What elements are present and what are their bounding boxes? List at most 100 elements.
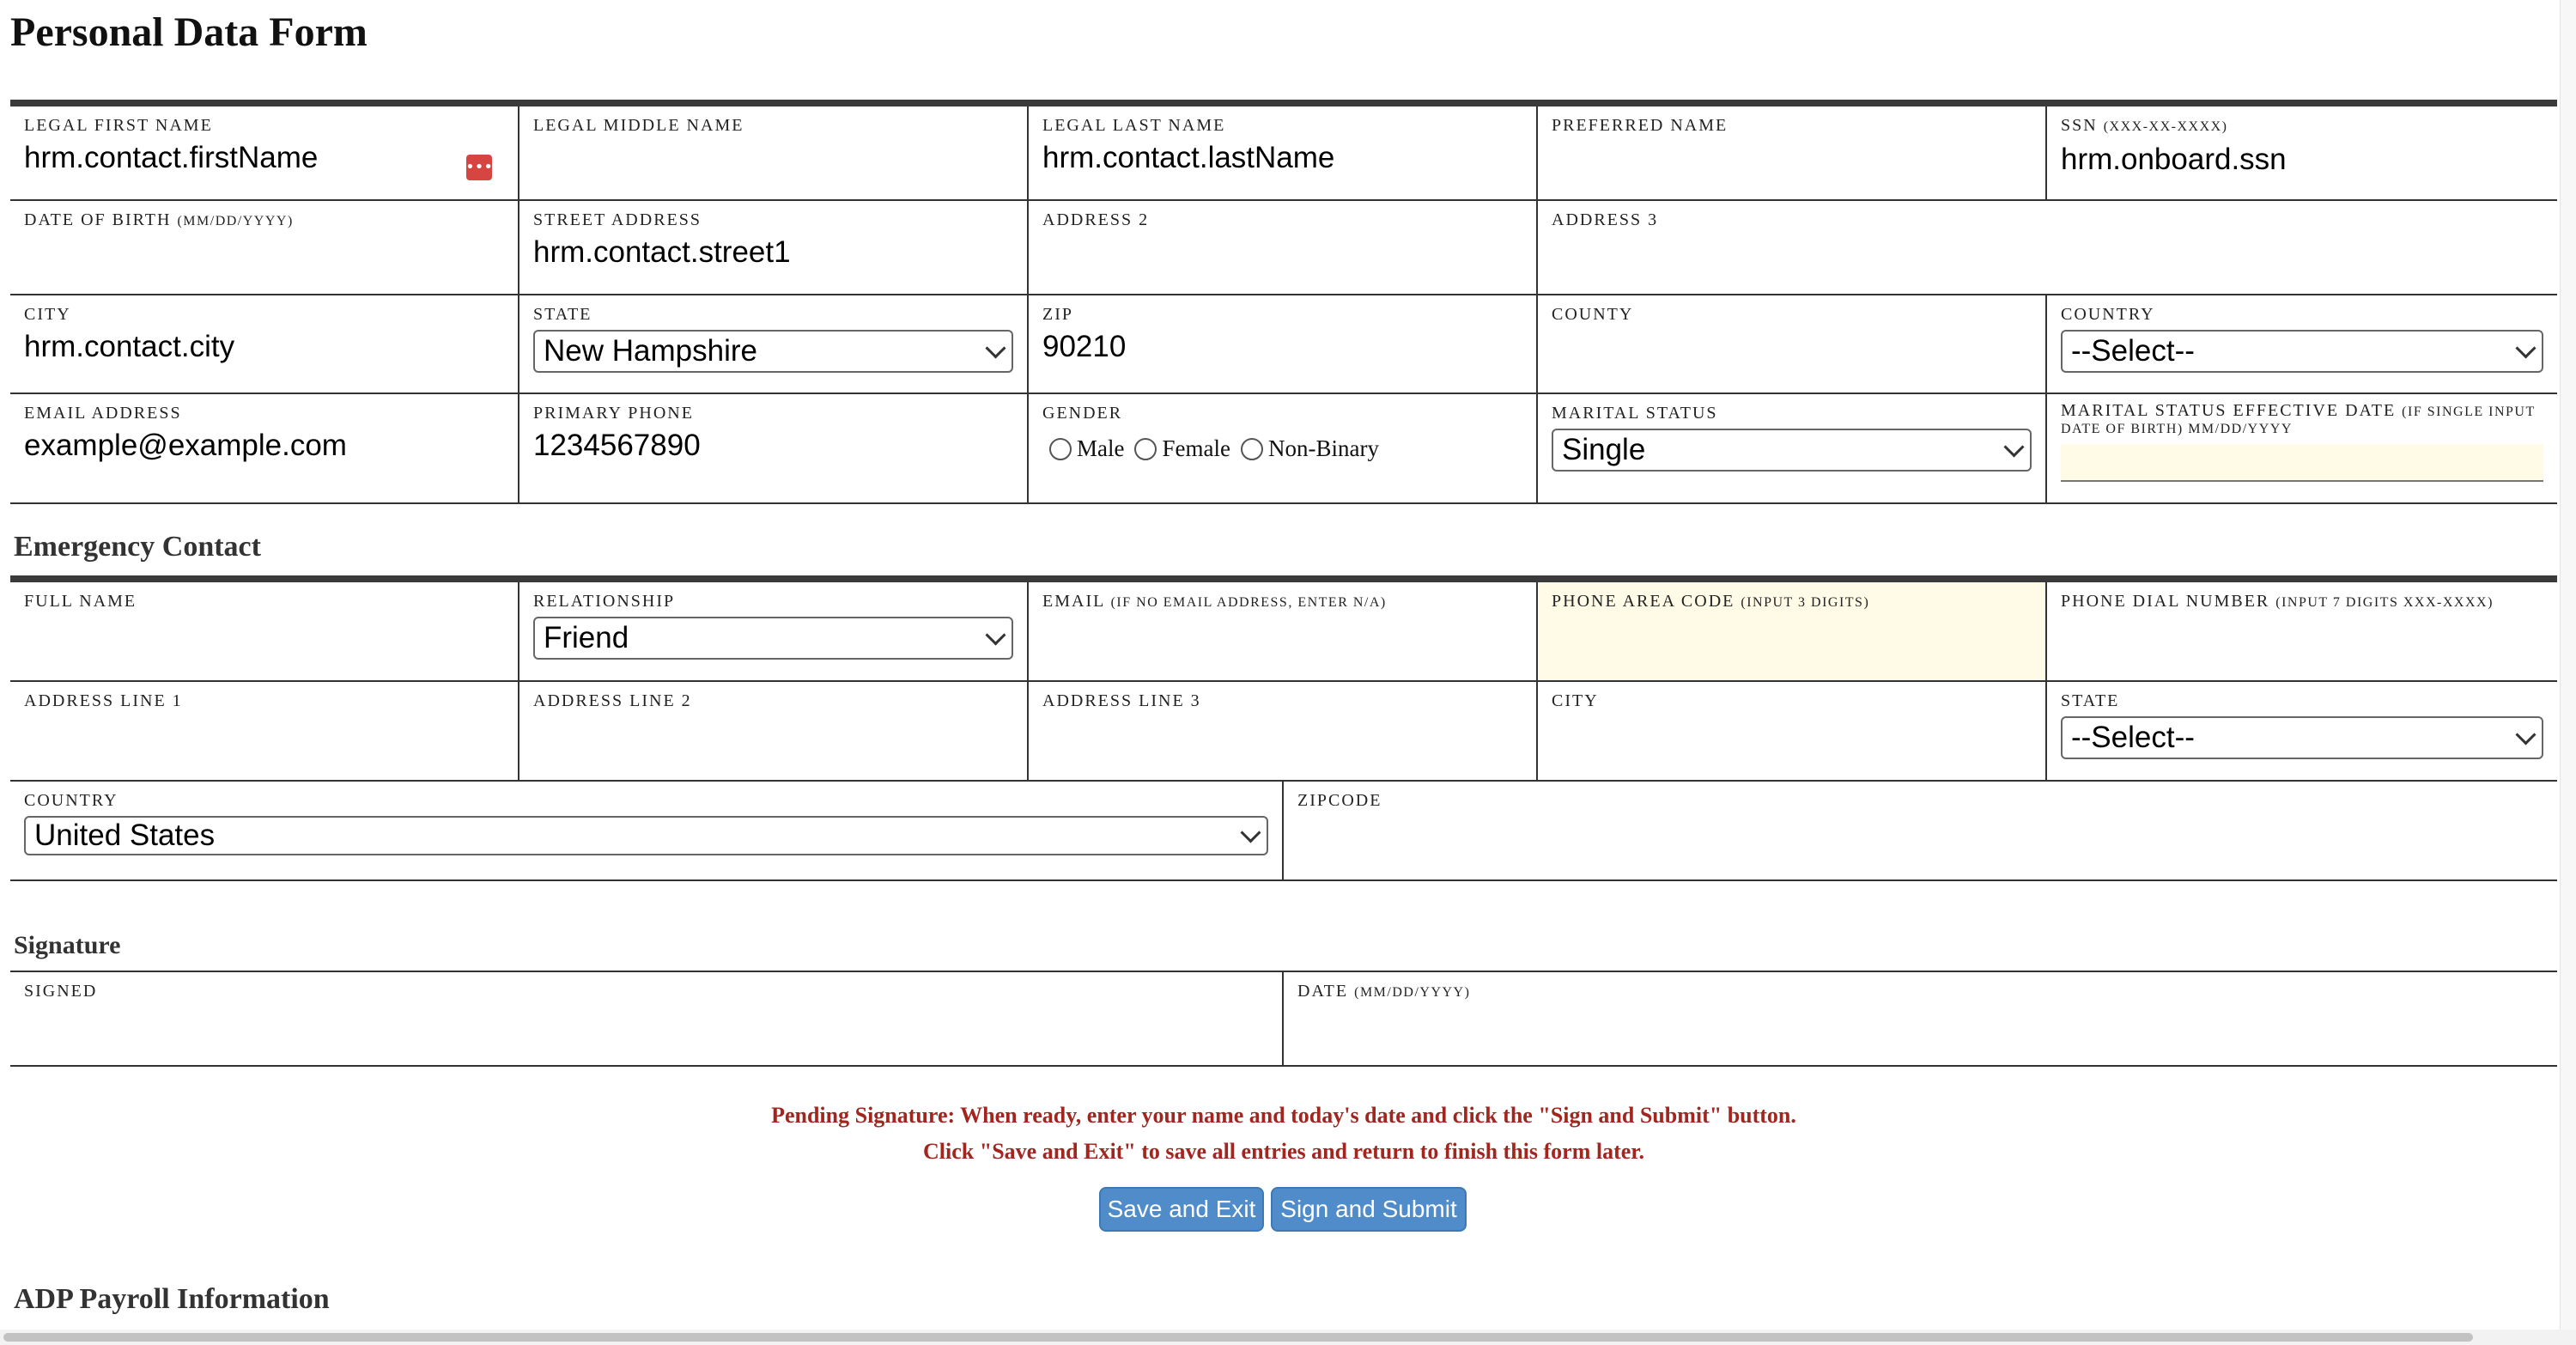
ssn-label: SSN (XXX-XX-XXXX) bbox=[2061, 116, 2228, 135]
city-label: City bbox=[24, 305, 71, 324]
county-label: County bbox=[1552, 305, 1634, 324]
marital-date-cell: Marital Status Effective Date (IF SINGLE… bbox=[2047, 394, 2557, 502]
signature-heading: Signature bbox=[14, 931, 121, 959]
emergency-state-select[interactable]: --Select-- bbox=[2061, 716, 2543, 759]
country-select[interactable]: --Select-- bbox=[2061, 330, 2543, 373]
relationship-cell: Relationship Friend bbox=[519, 582, 1029, 680]
address-2-label: Address 2 bbox=[1042, 210, 1150, 229]
personal-row-1: Legal First Name hrm.contact.firstName •… bbox=[10, 107, 2557, 201]
vertical-scrollbar[interactable] bbox=[2560, 0, 2576, 1330]
marital-date-input[interactable] bbox=[2061, 444, 2543, 482]
address-line-1-cell[interactable]: Address Line 1 bbox=[10, 682, 519, 780]
country-cell: Country --Select-- bbox=[2047, 295, 2557, 393]
address-3-cell[interactable]: Address 3 bbox=[1538, 201, 2557, 294]
street-address-input[interactable]: hrm.contact.street1 bbox=[533, 235, 1013, 270]
primary-phone-input[interactable]: 1234567890 bbox=[533, 429, 1013, 463]
personal-row-2: Date of Birth (MM/DD/YYYY) Street Addres… bbox=[10, 201, 2557, 295]
legal-first-name-cell[interactable]: Legal First Name hrm.contact.firstName •… bbox=[10, 107, 519, 199]
gender-option-female-label: Female bbox=[1162, 435, 1230, 461]
address-3-label: Address 3 bbox=[1552, 210, 1659, 229]
marital-status-select[interactable]: Single bbox=[1552, 429, 2032, 472]
marital-date-label: Marital Status Effective Date (IF SINGLE… bbox=[2061, 401, 2536, 436]
ssn-cell[interactable]: SSN (XXX-XX-XXXX) hrm.onboard.ssn bbox=[2047, 107, 2557, 199]
horizontal-scrollbar[interactable] bbox=[0, 1330, 2576, 1345]
zip-input[interactable]: 90210 bbox=[1042, 330, 1522, 364]
emergency-contact-grid: Full Name Relationship Friend Email (IF … bbox=[10, 575, 2557, 881]
primary-phone-cell[interactable]: Primary Phone 1234567890 bbox=[519, 394, 1029, 502]
email-address-input[interactable]: example@example.com bbox=[24, 429, 504, 463]
emergency-zipcode-label: Zipcode bbox=[1297, 791, 1382, 810]
ssn-input[interactable]: hrm.onboard.ssn bbox=[2061, 143, 2543, 177]
password-manager-icon[interactable]: ••• bbox=[465, 155, 493, 180]
relationship-select[interactable]: Friend bbox=[533, 617, 1013, 660]
emergency-city-label: City bbox=[1552, 691, 1599, 710]
address-line-3-cell[interactable]: Address Line 3 bbox=[1029, 682, 1538, 780]
county-cell[interactable]: County bbox=[1538, 295, 2047, 393]
emergency-full-name-label: Full Name bbox=[24, 592, 137, 611]
state-cell: State New Hampshire bbox=[519, 295, 1029, 393]
personal-row-3: City hrm.contact.city State New Hampshir… bbox=[10, 295, 2557, 394]
email-address-cell[interactable]: Email Address example@example.com bbox=[10, 394, 519, 502]
legal-last-name-input[interactable]: hrm.contact.lastName bbox=[1042, 141, 1522, 175]
zip-cell[interactable]: Zip 90210 bbox=[1029, 295, 1538, 393]
address-line-2-label: Address Line 2 bbox=[533, 691, 692, 710]
adp-payroll-heading: ADP Payroll Information bbox=[14, 1283, 330, 1315]
gender-label: Gender bbox=[1042, 404, 1123, 423]
chevron-down-icon bbox=[1240, 821, 1261, 843]
emergency-country-selected-value: United States bbox=[34, 819, 216, 852]
sign-and-submit-button[interactable]: Sign and Submit bbox=[1271, 1187, 1467, 1232]
signed-cell[interactable]: Signed bbox=[10, 972, 1284, 1065]
emergency-city-cell[interactable]: City bbox=[1538, 682, 2047, 780]
legal-last-name-cell[interactable]: Legal Last Name hrm.contact.lastName bbox=[1029, 107, 1538, 199]
relationship-selected-value: Friend bbox=[544, 621, 629, 654]
emergency-row-2: Address Line 1 Address Line 2 Address Li… bbox=[10, 682, 2557, 782]
state-select[interactable]: New Hampshire bbox=[533, 330, 1013, 373]
chevron-down-icon bbox=[2515, 337, 2537, 359]
personal-row-4: Email Address example@example.com Primar… bbox=[10, 394, 2557, 504]
zip-label: Zip bbox=[1042, 305, 1073, 324]
chevron-down-icon bbox=[2003, 435, 2025, 458]
chevron-down-icon bbox=[2515, 723, 2537, 746]
emergency-country-select[interactable]: United States bbox=[24, 816, 1268, 855]
signed-label: Signed bbox=[24, 982, 98, 1001]
chevron-down-icon bbox=[985, 624, 1006, 646]
marital-status-selected-value: Single bbox=[1562, 433, 1646, 466]
address-line-3-label: Address Line 3 bbox=[1042, 691, 1201, 710]
phone-area-code-cell[interactable]: Phone Area Code (INPUT 3 DIGITS) bbox=[1538, 582, 2047, 680]
phone-dial-number-cell[interactable]: Phone Dial Number (INPUT 7 DIGITS XXX-XX… bbox=[2047, 582, 2557, 680]
gender-radio-male[interactable] bbox=[1049, 437, 1072, 460]
address-2-cell[interactable]: Address 2 bbox=[1029, 201, 1538, 294]
primary-phone-label: Primary Phone bbox=[533, 404, 694, 423]
marital-status-label: Marital Status bbox=[1552, 404, 1718, 423]
signature-date-cell[interactable]: Date (MM/DD/YYYY) bbox=[1284, 972, 2557, 1065]
emergency-contact-heading: Emergency Contact bbox=[14, 531, 261, 563]
gender-radio-non-binary[interactable] bbox=[1240, 437, 1263, 460]
emergency-state-label: State bbox=[2061, 691, 2120, 710]
preferred-name-label: Preferred Name bbox=[1552, 116, 1728, 135]
emergency-row-1: Full Name Relationship Friend Email (IF … bbox=[10, 582, 2557, 682]
save-exit-message: Click "Save and Exit" to save all entrie… bbox=[923, 1139, 1644, 1164]
pending-signature-message: Pending Signature: When ready, enter you… bbox=[771, 1103, 1796, 1128]
horizontal-scrollbar-thumb[interactable] bbox=[3, 1333, 2473, 1342]
emergency-email-cell[interactable]: Email (IF NO EMAIL ADDRESS, ENTER N/A) bbox=[1029, 582, 1538, 680]
date-of-birth-cell[interactable]: Date of Birth (MM/DD/YYYY) bbox=[10, 201, 519, 294]
preferred-name-cell[interactable]: Preferred Name bbox=[1538, 107, 2047, 199]
city-cell[interactable]: City hrm.contact.city bbox=[10, 295, 519, 393]
emergency-country-label: Country bbox=[24, 791, 118, 810]
street-address-cell[interactable]: Street Address hrm.contact.street1 bbox=[519, 201, 1029, 294]
marital-status-cell: Marital Status Single bbox=[1538, 394, 2047, 502]
save-and-exit-button[interactable]: Save and Exit bbox=[1099, 1187, 1264, 1232]
email-address-label: Email Address bbox=[24, 404, 182, 423]
legal-first-name-input[interactable]: hrm.contact.firstName bbox=[24, 141, 504, 175]
gender-radio-female[interactable] bbox=[1134, 437, 1157, 460]
legal-middle-name-cell[interactable]: Legal Middle Name bbox=[519, 107, 1029, 199]
emergency-state-selected-value: --Select-- bbox=[2071, 721, 2195, 754]
address-line-2-cell[interactable]: Address Line 2 bbox=[519, 682, 1029, 780]
emergency-full-name-cell[interactable]: Full Name bbox=[10, 582, 519, 680]
emergency-zipcode-cell[interactable]: Zipcode bbox=[1284, 782, 2557, 879]
city-input[interactable]: hrm.contact.city bbox=[24, 330, 504, 364]
personal-info-grid: Legal First Name hrm.contact.firstName •… bbox=[10, 100, 2557, 504]
emergency-state-cell: State --Select-- bbox=[2047, 682, 2557, 780]
gender-radio-group: Male Female Non-Binary bbox=[1042, 435, 1522, 462]
legal-middle-name-label: Legal Middle Name bbox=[533, 116, 744, 135]
